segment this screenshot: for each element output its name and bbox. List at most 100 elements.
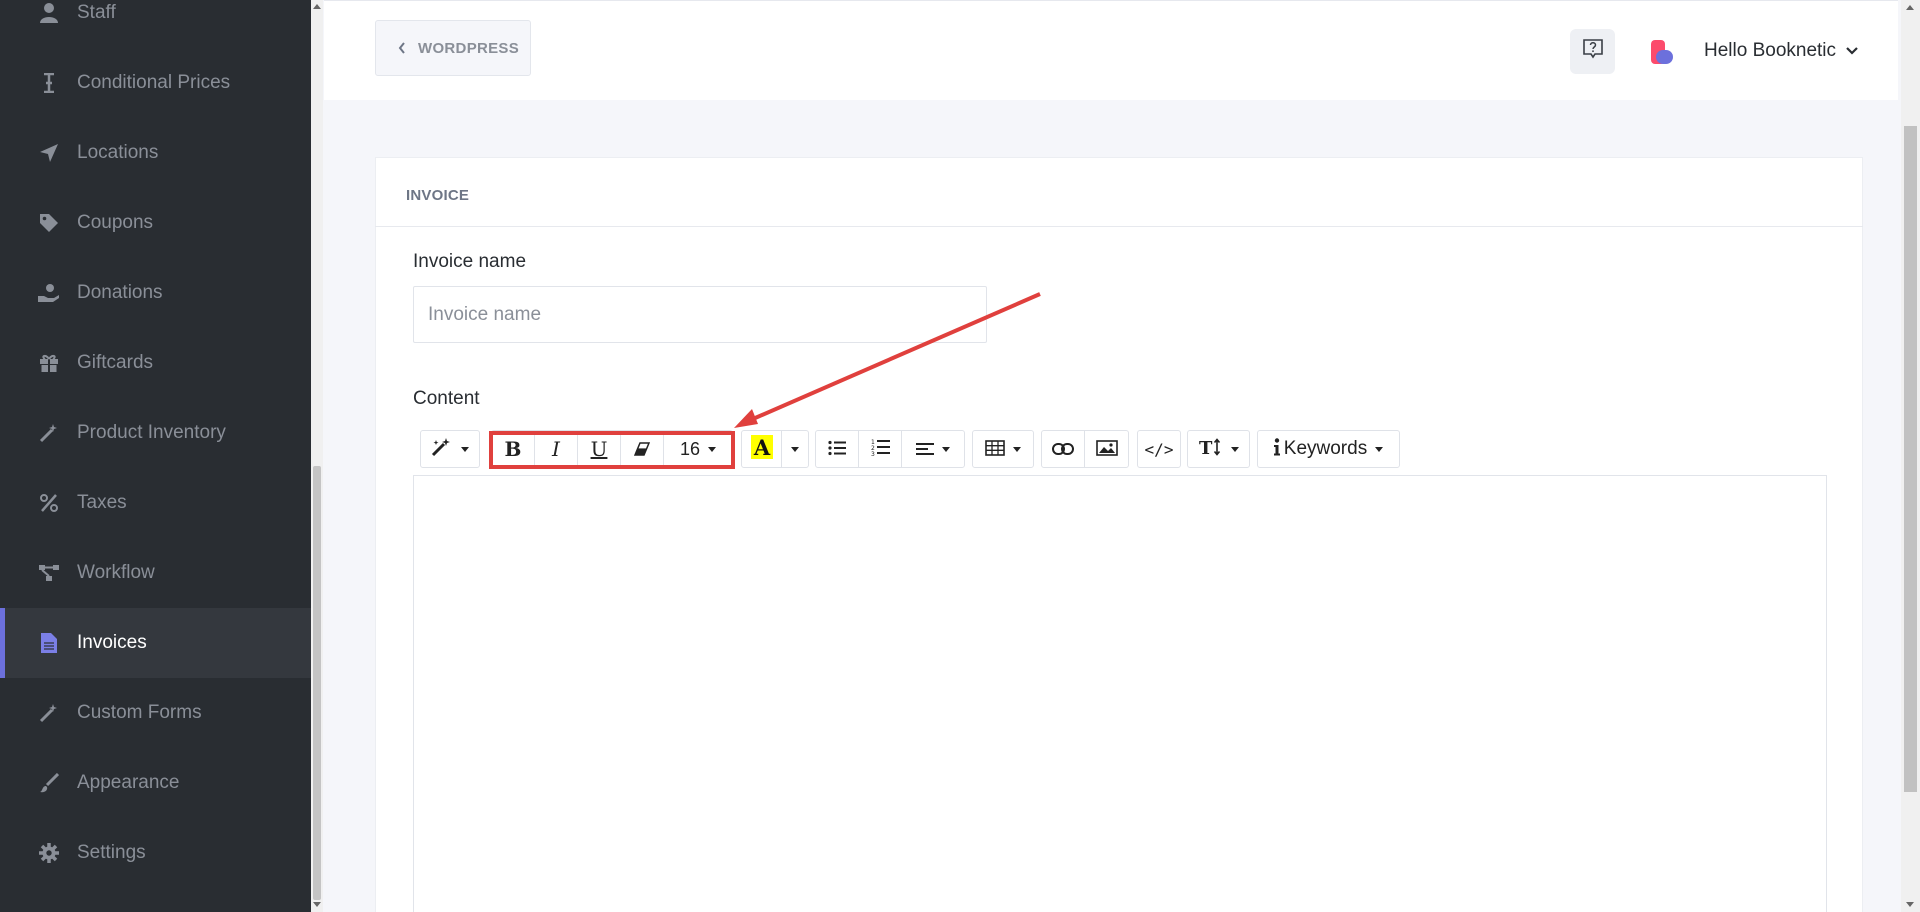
sidebar-item-label: Taxes [77, 492, 127, 513]
sidebar-item-conditional-prices[interactable]: Conditional Prices [0, 48, 311, 118]
align-left-icon [916, 437, 934, 461]
content-editor[interactable] [413, 422, 1827, 912]
clear-format-button[interactable] [621, 431, 664, 467]
sidebar-scroll-up-arrow[interactable] [313, 4, 321, 9]
sidebar-scroll-down-arrow[interactable] [313, 902, 321, 907]
toolbar-group-table [972, 430, 1034, 468]
svg-text:T: T [1199, 438, 1213, 456]
list-ul-icon [828, 437, 846, 461]
bold-button[interactable]: B [492, 431, 535, 467]
sidebar-item-settings[interactable]: Settings [0, 818, 311, 888]
sidebar-item-workflow[interactable]: Workflow [0, 538, 311, 608]
unordered-list-button[interactable] [816, 431, 859, 467]
toolbar-group-style [420, 430, 480, 468]
image-icon [1095, 437, 1118, 461]
i-cursor-icon [38, 72, 60, 94]
wordpress-back-label: WORDPRESS [418, 40, 520, 57]
help-chat-icon [1582, 38, 1604, 65]
code-icon: </> [1144, 439, 1174, 459]
sidebar-item-label: Locations [77, 142, 159, 163]
underline-button[interactable]: U [578, 431, 621, 467]
location-arrow-icon [38, 142, 60, 164]
sidebar-item-appearance[interactable]: Appearance [0, 748, 311, 818]
text-color-dropdown[interactable] [782, 431, 808, 467]
toolbar-group-insert [1041, 430, 1129, 468]
sidebar-item-label: Settings [77, 842, 146, 863]
style-dropdown-button[interactable] [421, 431, 479, 467]
sidebar-item-label: Product Inventory [77, 422, 226, 443]
sidebar-item-label: Invoices [77, 632, 147, 653]
underline-icon: U [590, 437, 608, 461]
sidebar-item-label: Coupons [77, 212, 154, 233]
toolbar-group-code: </> [1137, 430, 1181, 468]
text-color-button[interactable]: A [742, 431, 782, 467]
italic-button[interactable]: I [535, 431, 578, 467]
svg-text:3: 3 [871, 451, 875, 456]
sidebar-item-coupons[interactable]: Coupons [0, 188, 311, 258]
gear-icon [38, 842, 60, 864]
invoice-name-input[interactable] [413, 286, 987, 343]
magic-wand-icon [431, 437, 453, 462]
italic-icon: I [552, 437, 560, 461]
brush-icon [38, 772, 60, 794]
chevron-down-icon [1846, 42, 1858, 60]
toolbar-group-line-height: T [1187, 430, 1250, 468]
sidebar-scrollbar-thumb[interactable] [313, 466, 321, 900]
info-icon [1273, 437, 1280, 461]
ordered-list-button[interactable]: 123 [859, 431, 902, 467]
sidebar-item-custom-forms[interactable]: Custom Forms [0, 678, 311, 748]
tag-icon [38, 212, 60, 234]
page-scroll-down-arrow[interactable] [1906, 902, 1914, 907]
sidebar-item-label: Donations [77, 282, 163, 303]
content-label: Content [413, 388, 480, 409]
insert-image-button[interactable] [1085, 431, 1128, 467]
chevron-down-icon [1230, 446, 1239, 452]
card-title: INVOICE [406, 187, 470, 204]
sidebar-item-label: Staff [77, 2, 116, 23]
insert-link-button[interactable] [1042, 431, 1085, 467]
user-menu[interactable]: Hello Booknetic [1704, 38, 1858, 64]
font-size-value: 16 [679, 438, 701, 459]
user-icon [38, 2, 60, 24]
sidebar-item-giftcards[interactable]: Giftcards [0, 328, 311, 398]
text-color-icon: A [750, 434, 773, 464]
sidebar-item-invoices[interactable]: Invoices [0, 608, 311, 678]
magic-wand-icon [38, 422, 60, 444]
gift-icon [38, 352, 60, 374]
help-button[interactable] [1570, 29, 1615, 74]
toolbar-group-font: B I U 16 [491, 430, 733, 468]
card-divider [375, 226, 1863, 227]
chevron-down-icon [708, 446, 717, 452]
page-scrollbar-thumb[interactable] [1904, 126, 1917, 792]
font-size-dropdown[interactable]: 16 [664, 431, 732, 467]
sidebar-item-donations[interactable]: Donations [0, 258, 311, 328]
percent-icon [38, 492, 60, 514]
wordpress-back-button[interactable]: WORDPRESS [375, 20, 531, 76]
toolbar-group-keywords: Keywords [1257, 430, 1400, 468]
booknetic-logo [1648, 38, 1676, 66]
sidebar: Staff Conditional Prices Locations Coupo… [0, 0, 311, 912]
code-view-button[interactable]: </> [1138, 431, 1180, 467]
chevron-down-icon [1375, 446, 1384, 452]
invoice-name-label: Invoice name [413, 251, 527, 272]
workflow-icon [38, 562, 60, 584]
page-scroll-up-arrow[interactable] [1906, 5, 1914, 10]
sidebar-item-product-inventory[interactable]: Product Inventory [0, 398, 311, 468]
toolbar-group-paragraph: 123 [815, 430, 965, 468]
file-icon [38, 632, 60, 654]
chevron-down-icon [461, 446, 469, 452]
keywords-dropdown[interactable]: Keywords [1258, 431, 1399, 467]
text-height-icon: T [1199, 437, 1223, 461]
sidebar-item-staff[interactable]: Staff [0, 0, 311, 48]
eraser-icon [633, 437, 651, 461]
table-dropdown[interactable] [973, 431, 1033, 467]
paragraph-align-dropdown[interactable] [902, 431, 964, 467]
bold-icon: B [504, 437, 522, 461]
chevron-down-icon [791, 446, 799, 452]
sidebar-item-taxes[interactable]: Taxes [0, 468, 311, 538]
list-ol-icon: 123 [871, 437, 890, 461]
chevron-left-icon [398, 41, 406, 59]
sidebar-item-locations[interactable]: Locations [0, 118, 311, 188]
magic-wand-icon [38, 702, 60, 724]
line-height-dropdown[interactable]: T [1188, 431, 1249, 467]
